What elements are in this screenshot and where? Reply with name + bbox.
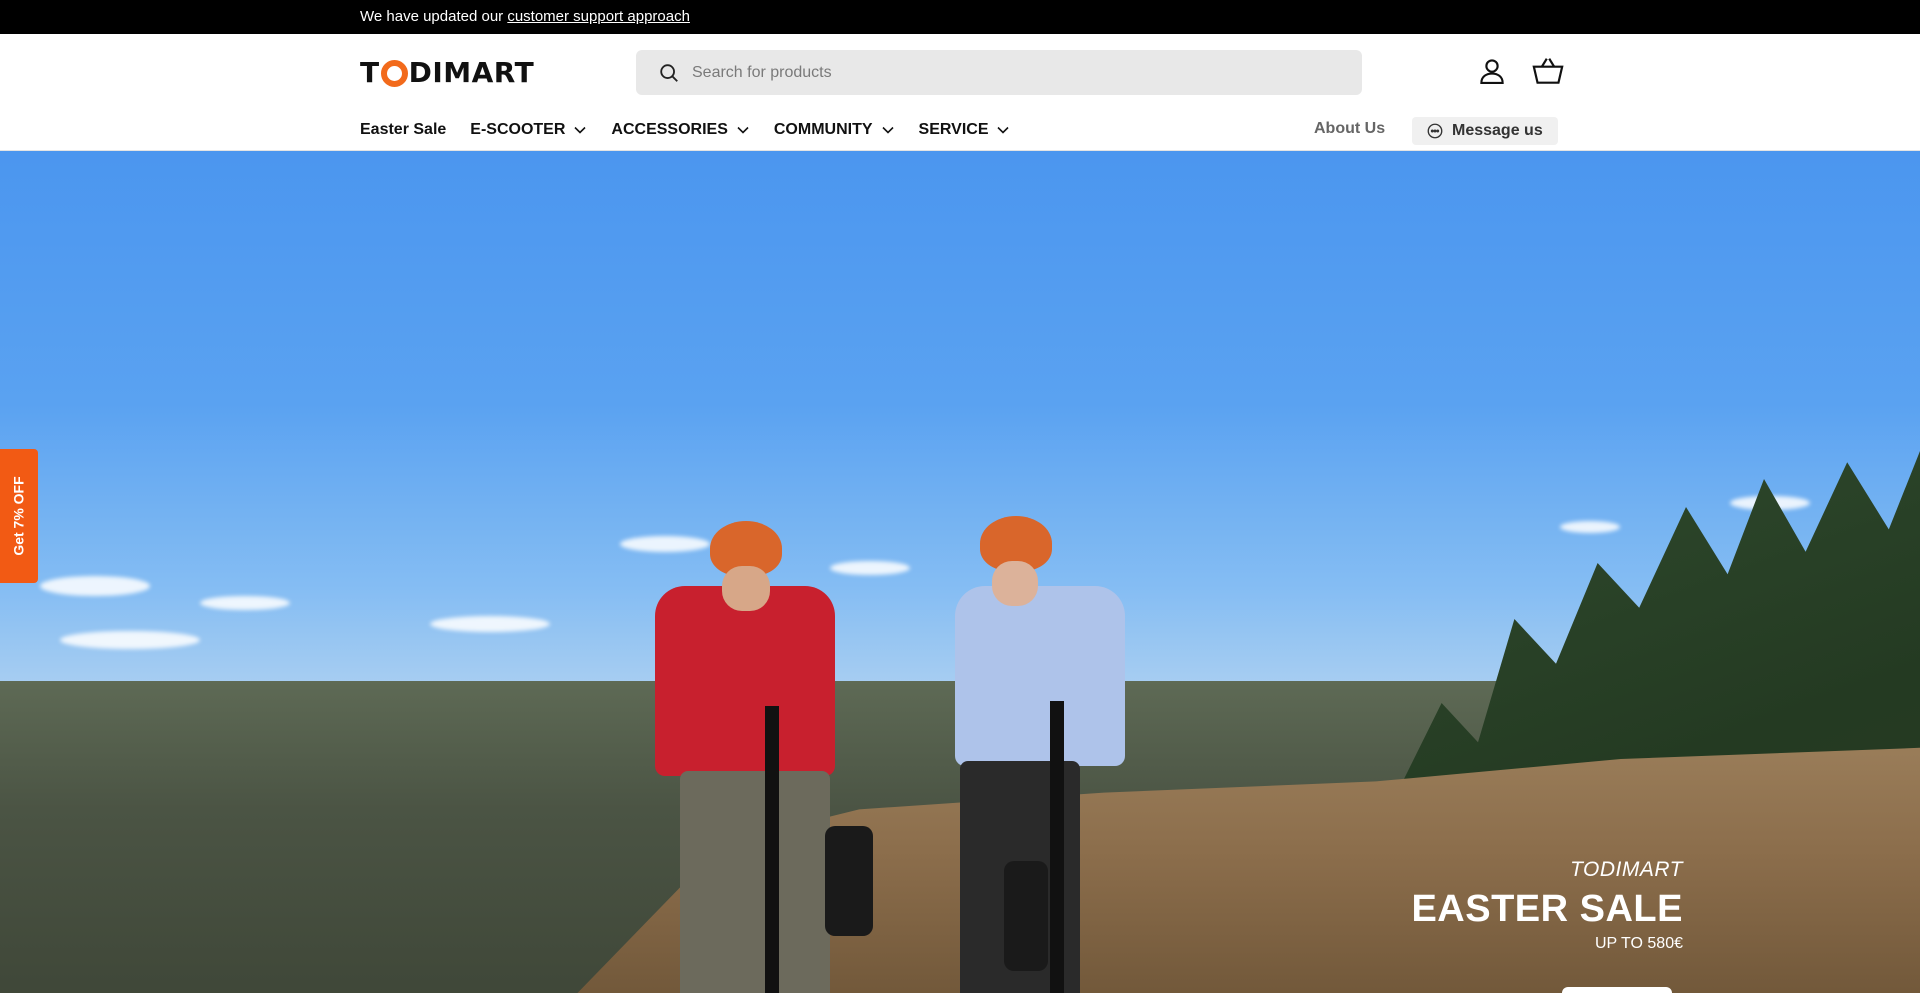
- announcement-bar: We have updated our customer support app…: [0, 0, 1920, 34]
- announcement-text: We have updated our: [360, 8, 508, 25]
- rider-right-face: [992, 561, 1038, 606]
- message-us-button[interactable]: Message us: [1412, 117, 1558, 145]
- rider-left-torso: [655, 586, 835, 776]
- todimart-logo[interactable]: T DIMART: [360, 54, 534, 90]
- nav-item-e-scooter[interactable]: E-SCOOTER: [470, 121, 587, 139]
- chevron-down-icon: [881, 126, 894, 134]
- user-icon: [1480, 59, 1504, 84]
- cloud-shape: [40, 576, 150, 596]
- logo-o-ring-icon: [380, 59, 408, 87]
- basket-icon: [1532, 58, 1564, 84]
- chevron-down-icon: [997, 126, 1010, 134]
- discount-side-tab-label: Get 7% OFF: [11, 476, 28, 556]
- account-button[interactable]: [1475, 54, 1509, 88]
- rider-right-scooter-bag: [1004, 861, 1048, 971]
- hero-title: EASTER SALE: [1411, 888, 1683, 930]
- chat-bubble-icon: [1427, 123, 1443, 139]
- cloud-shape: [1560, 521, 1620, 533]
- rider-right-torso: [955, 586, 1125, 766]
- logo-text-rest: DIMART: [408, 55, 535, 89]
- cloud-shape: [200, 596, 290, 610]
- cloud-shape: [430, 616, 550, 632]
- search-input[interactable]: [692, 63, 1332, 82]
- search-icon: [660, 63, 678, 82]
- nav-label: COMMUNITY: [773, 121, 873, 138]
- announcement-content: We have updated our customer support app…: [360, 8, 690, 25]
- nav-label: E-SCOOTER: [470, 121, 566, 138]
- nav-label: SERVICE: [918, 121, 989, 138]
- rider-left-scooter-bag: [825, 826, 873, 936]
- nav-label: Easter Sale: [360, 121, 447, 138]
- rider-left-scooter: [765, 706, 779, 993]
- nav-item-accessories[interactable]: ACCESSORIES: [611, 121, 749, 139]
- main-nav: Easter Sale E-SCOOTER ACCESSORIES COMMUN…: [360, 118, 1034, 142]
- nav-item-community[interactable]: COMMUNITY: [774, 121, 895, 139]
- cloud-shape: [60, 631, 200, 649]
- cart-button[interactable]: [1531, 54, 1565, 88]
- chevron-down-icon: [737, 126, 749, 134]
- rider-right-scooter: [1050, 701, 1064, 993]
- hero-text-block: TODIMART EASTER SALE UP TO 580€: [1411, 858, 1683, 953]
- logo-letter-t: T: [360, 55, 380, 89]
- hero-shop-button[interactable]: [1562, 987, 1672, 993]
- customer-support-link[interactable]: customer support approach: [507, 8, 690, 25]
- hero-subtitle: UP TO 580€: [1594, 935, 1683, 952]
- rider-right: [930, 501, 1190, 993]
- hero-brand: TODIMART: [1570, 858, 1683, 881]
- discount-side-tab[interactable]: Get 7% OFF: [0, 449, 38, 583]
- nav-label: ACCESSORIES: [611, 121, 728, 138]
- nav-item-easter-sale[interactable]: Easter Sale: [360, 121, 446, 139]
- message-us-label: Message us: [1452, 122, 1543, 139]
- chevron-down-icon: [574, 126, 586, 134]
- rider-left-face: [722, 566, 770, 611]
- hero-banner[interactable]: TODIMART EASTER SALE UP TO 580€: [0, 151, 1920, 993]
- rider-left: [620, 506, 880, 993]
- search-bar[interactable]: [636, 50, 1362, 95]
- site-header: T DIMART Easter Sale E-SCOOTER ACCESSORIE…: [0, 34, 1920, 151]
- nav-item-service[interactable]: SERVICE: [919, 121, 1011, 139]
- rider-left-legs: [680, 771, 830, 993]
- about-us-link[interactable]: About Us: [1314, 120, 1385, 138]
